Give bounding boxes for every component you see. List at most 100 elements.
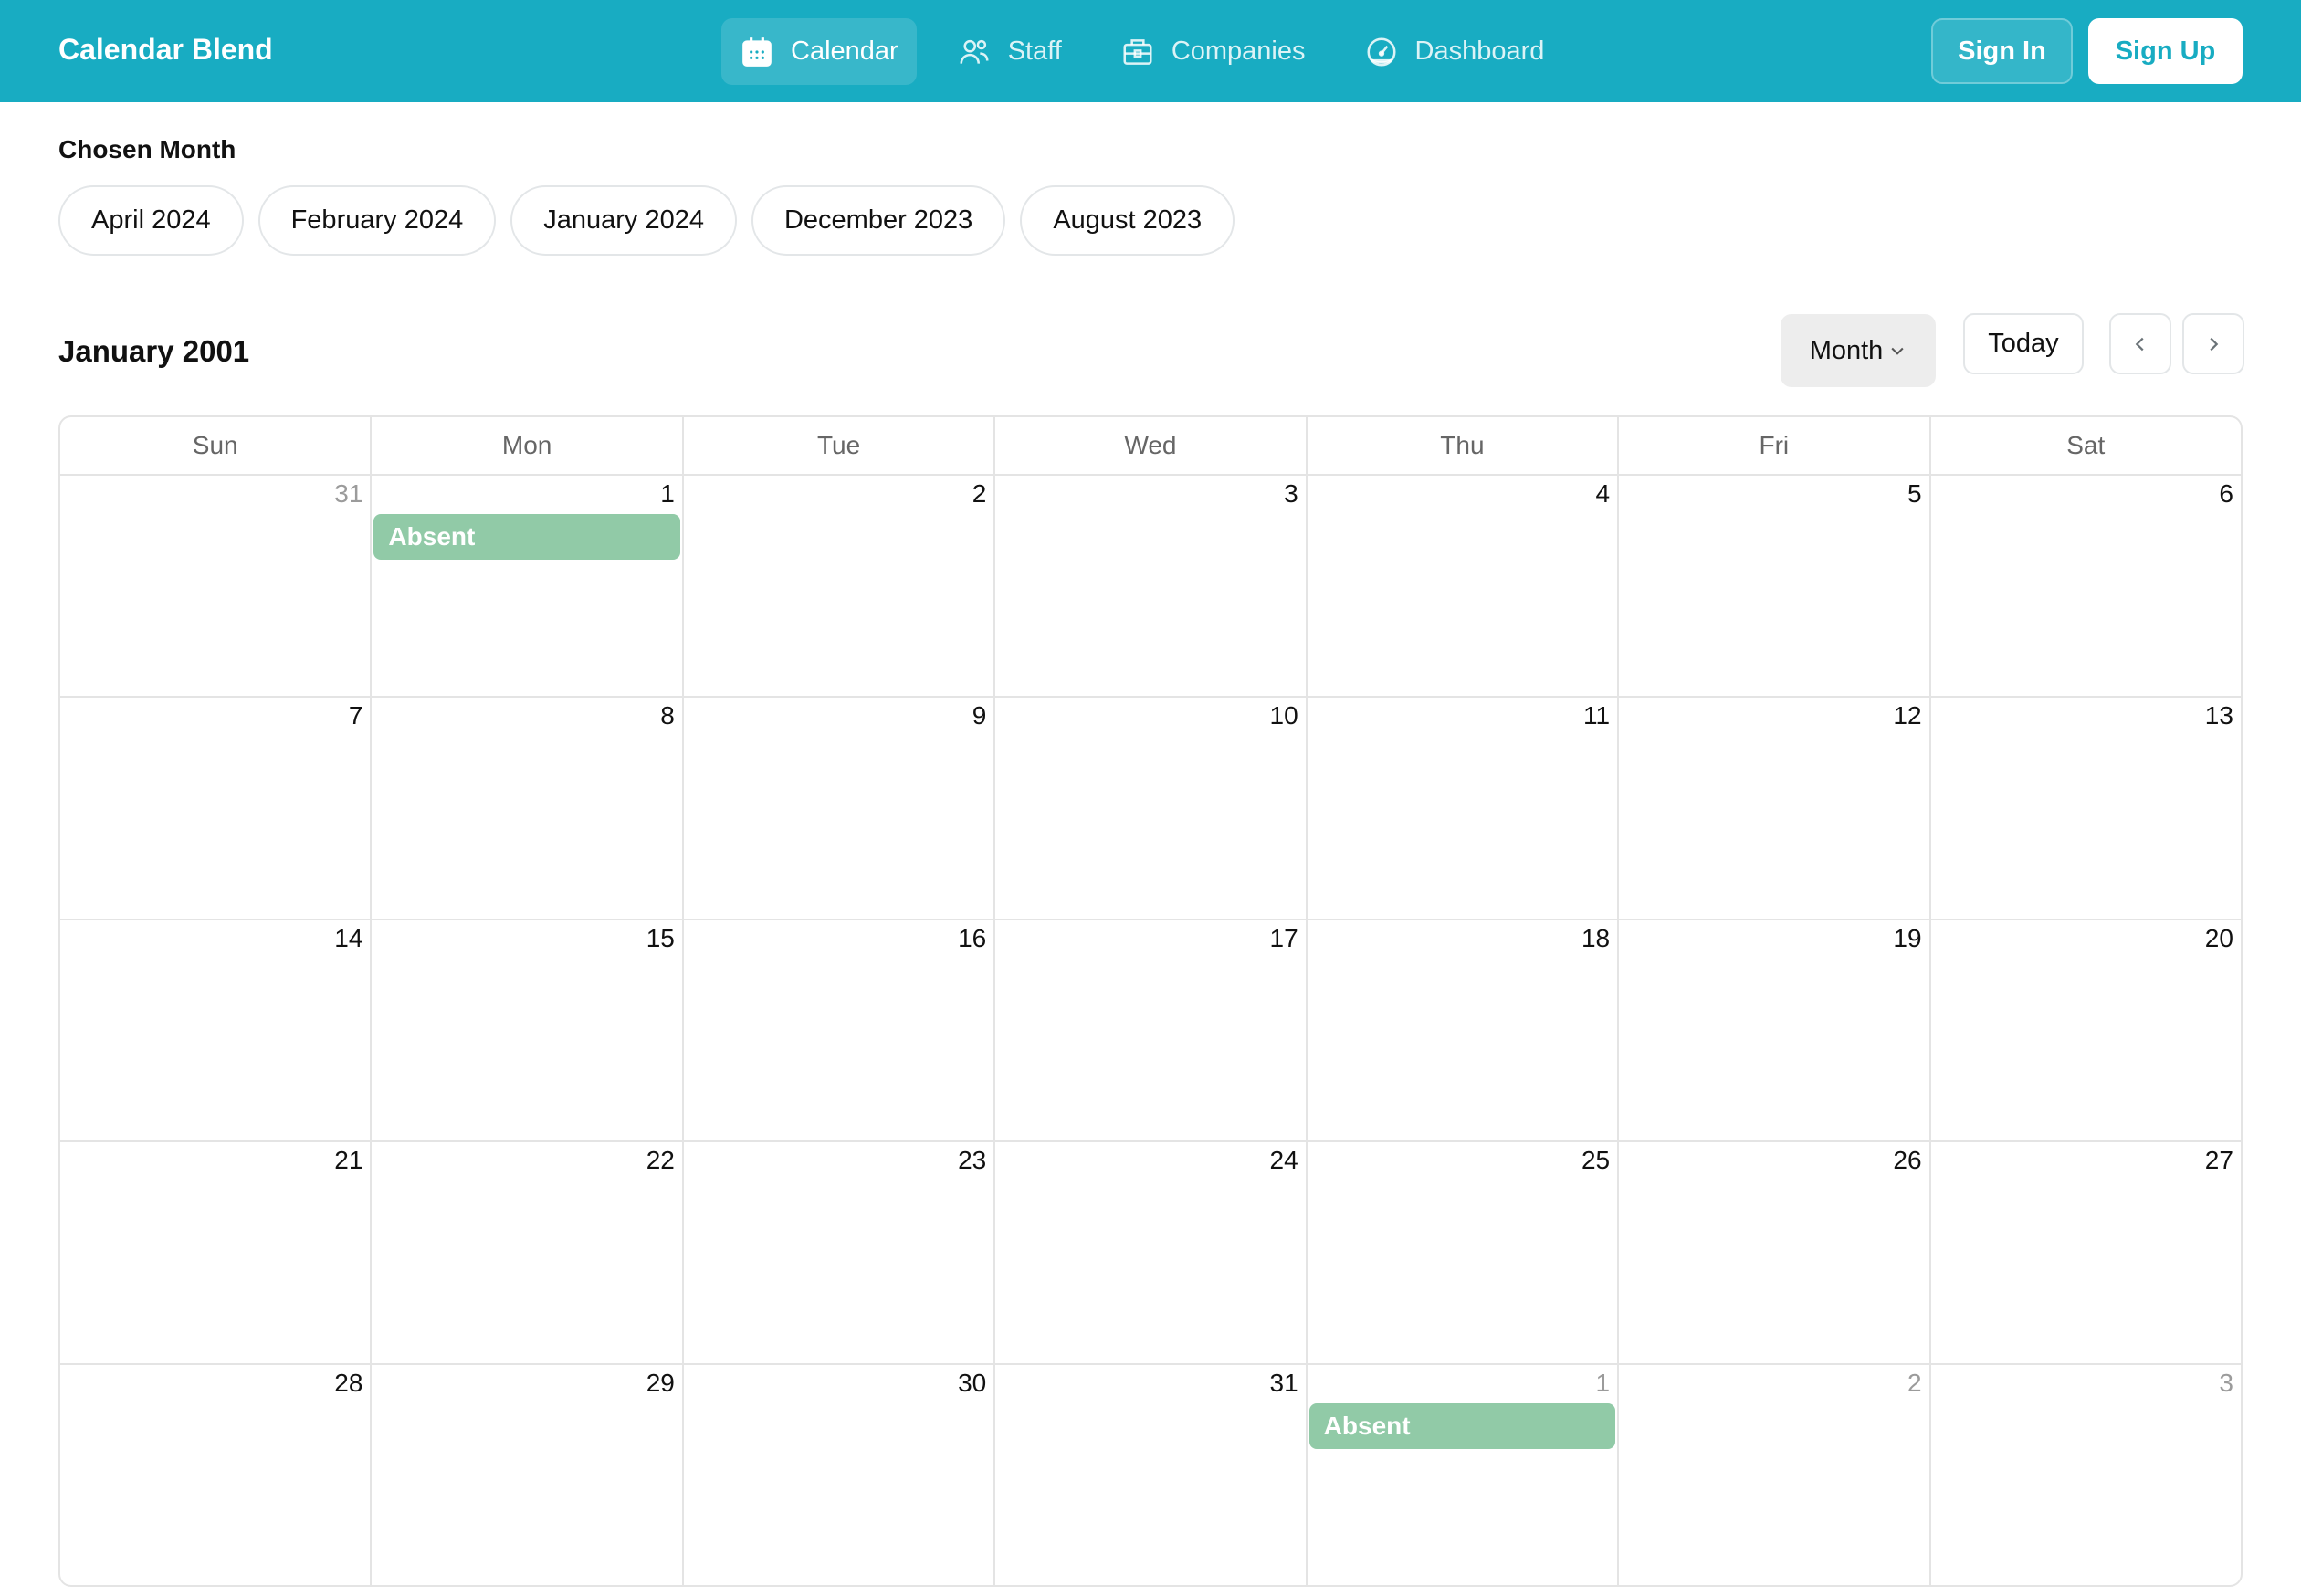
calendar-icon <box>742 37 772 67</box>
day-cell[interactable]: 21 <box>60 1142 373 1363</box>
day-cell[interactable]: 24 <box>995 1142 1308 1363</box>
day-number[interactable]: 26 <box>1893 1146 1921 1175</box>
day-number[interactable]: 4 <box>1596 479 1611 509</box>
day-cell[interactable]: 22 <box>372 1142 684 1363</box>
sign-up-button[interactable]: Sign Up <box>2088 18 2243 84</box>
prev-month-button[interactable] <box>2109 313 2171 374</box>
day-number[interactable]: 3 <box>2219 1369 2233 1398</box>
nav-calendar[interactable]: Calendar <box>721 18 917 85</box>
day-cell[interactable]: 2 <box>1619 1364 1931 1585</box>
chevron-left-icon <box>2135 337 2144 351</box>
day-number[interactable]: 13 <box>2205 701 2233 730</box>
day-number[interactable]: 23 <box>958 1146 986 1175</box>
day-number[interactable]: 31 <box>1270 1369 1298 1398</box>
day-number[interactable]: 9 <box>972 701 987 730</box>
calendar-title: January 2001 <box>58 334 250 368</box>
day-cell[interactable]: 1 Absent <box>372 476 684 697</box>
today-button[interactable]: Today <box>1963 313 2084 374</box>
day-cell[interactable]: 1 Absent <box>1308 1364 1620 1585</box>
nav-dashboard-label: Dashboard <box>1414 37 1545 66</box>
day-number[interactable]: 20 <box>2205 924 2233 953</box>
day-cell[interactable]: 29 <box>372 1364 684 1585</box>
day-number[interactable]: 7 <box>349 701 363 730</box>
month-chip[interactable]: February 2024 <box>257 185 497 256</box>
month-grid: Sun Mon Tue Wed Thu Fri Sat 31 1 Absent 2 3 4… <box>58 415 2243 1587</box>
day-cell[interactable]: 2 <box>684 476 996 697</box>
day-number[interactable]: 3 <box>1284 479 1298 509</box>
nav-dashboard[interactable]: Dashboard <box>1346 18 1563 85</box>
day-number[interactable]: 16 <box>958 924 986 953</box>
sign-in-button[interactable]: Sign In <box>1931 18 2073 84</box>
day-number[interactable]: 21 <box>334 1146 362 1175</box>
top-navbar: Calendar Blend Calendar Staff Companies … <box>0 0 2301 102</box>
day-cell[interactable]: 3 <box>1931 1365 2241 1585</box>
month-chip[interactable]: August 2023 <box>1020 185 1235 256</box>
day-cell[interactable]: 27 <box>1931 1142 2241 1362</box>
day-number[interactable]: 11 <box>1583 701 1610 730</box>
day-number[interactable]: 24 <box>1270 1146 1298 1175</box>
next-month-button[interactable] <box>2182 313 2244 374</box>
app-logo[interactable]: Calendar Blend <box>58 33 273 67</box>
weekday-label: Wed <box>995 417 1308 474</box>
day-number[interactable]: 29 <box>646 1369 675 1398</box>
month-chip[interactable]: December 2023 <box>751 185 1006 256</box>
week-row: 7 8 9 10 11 12 13 <box>60 698 2241 920</box>
day-cell[interactable]: 13 <box>1931 698 2241 918</box>
day-number[interactable]: 28 <box>334 1369 362 1398</box>
day-cell[interactable]: 31 <box>60 476 373 697</box>
day-cell[interactable]: 9 <box>684 698 996 919</box>
day-number[interactable]: 10 <box>1270 701 1298 730</box>
nav-companies[interactable]: Companies <box>1102 18 1324 85</box>
day-cell[interactable]: 5 <box>1619 476 1931 697</box>
day-number[interactable]: 2 <box>972 479 987 509</box>
day-number[interactable]: 1 <box>660 479 675 509</box>
day-number[interactable]: 22 <box>646 1146 675 1175</box>
day-cell[interactable]: 3 <box>995 476 1308 697</box>
nav-calendar-label: Calendar <box>791 37 898 66</box>
day-number[interactable]: 18 <box>1581 924 1610 953</box>
day-cell[interactable]: 26 <box>1619 1142 1931 1363</box>
day-number[interactable]: 27 <box>2205 1146 2233 1175</box>
day-cell[interactable]: 14 <box>60 919 373 1141</box>
week-row: 14 15 16 17 18 19 20 <box>60 919 2241 1143</box>
day-number[interactable]: 8 <box>660 701 675 730</box>
day-cell[interactable]: 4 <box>1308 476 1620 697</box>
day-cell[interactable]: 12 <box>1619 698 1931 919</box>
week-row: 28 29 30 31 1 Absent 2 3 <box>60 1364 2241 1585</box>
gauge-icon <box>1366 37 1396 67</box>
day-cell[interactable]: 23 <box>684 1142 996 1363</box>
day-cell[interactable]: 15 <box>372 919 684 1141</box>
day-number[interactable]: 12 <box>1893 701 1921 730</box>
day-cell[interactable]: 19 <box>1619 919 1931 1141</box>
day-number[interactable]: 1 <box>1596 1369 1611 1398</box>
day-cell[interactable]: 31 <box>995 1364 1308 1585</box>
day-cell[interactable]: 28 <box>60 1364 373 1585</box>
day-cell[interactable]: 25 <box>1308 1142 1620 1363</box>
day-number[interactable]: 5 <box>1907 479 1922 509</box>
day-cell[interactable]: 18 <box>1308 919 1620 1141</box>
day-number[interactable]: 19 <box>1893 924 1921 953</box>
day-cell[interactable]: 16 <box>684 919 996 1141</box>
day-number[interactable]: 30 <box>958 1369 986 1398</box>
month-chip[interactable]: January 2024 <box>510 185 737 256</box>
day-cell[interactable]: 6 <box>1931 476 2241 696</box>
day-number[interactable]: 15 <box>646 924 675 953</box>
day-number[interactable]: 31 <box>334 479 362 509</box>
month-chip[interactable]: April 2024 <box>58 185 244 256</box>
day-number[interactable]: 17 <box>1270 924 1298 953</box>
day-number[interactable]: 6 <box>2219 479 2233 509</box>
calendar-event[interactable]: Absent <box>373 514 680 560</box>
nav-staff[interactable]: Staff <box>939 18 1080 85</box>
calendar-event[interactable]: Absent <box>1308 1402 1616 1449</box>
day-number[interactable]: 25 <box>1581 1146 1610 1175</box>
day-number[interactable]: 14 <box>334 924 362 953</box>
day-cell[interactable]: 10 <box>995 698 1308 919</box>
day-cell[interactable]: 17 <box>995 919 1308 1141</box>
day-cell[interactable]: 8 <box>372 698 684 919</box>
day-cell[interactable]: 20 <box>1931 920 2241 1140</box>
day-cell[interactable]: 11 <box>1308 698 1620 919</box>
day-cell[interactable]: 7 <box>60 698 373 919</box>
day-number[interactable]: 2 <box>1907 1369 1922 1398</box>
view-select[interactable]: Month <box>1781 314 1936 387</box>
day-cell[interactable]: 30 <box>684 1364 996 1585</box>
